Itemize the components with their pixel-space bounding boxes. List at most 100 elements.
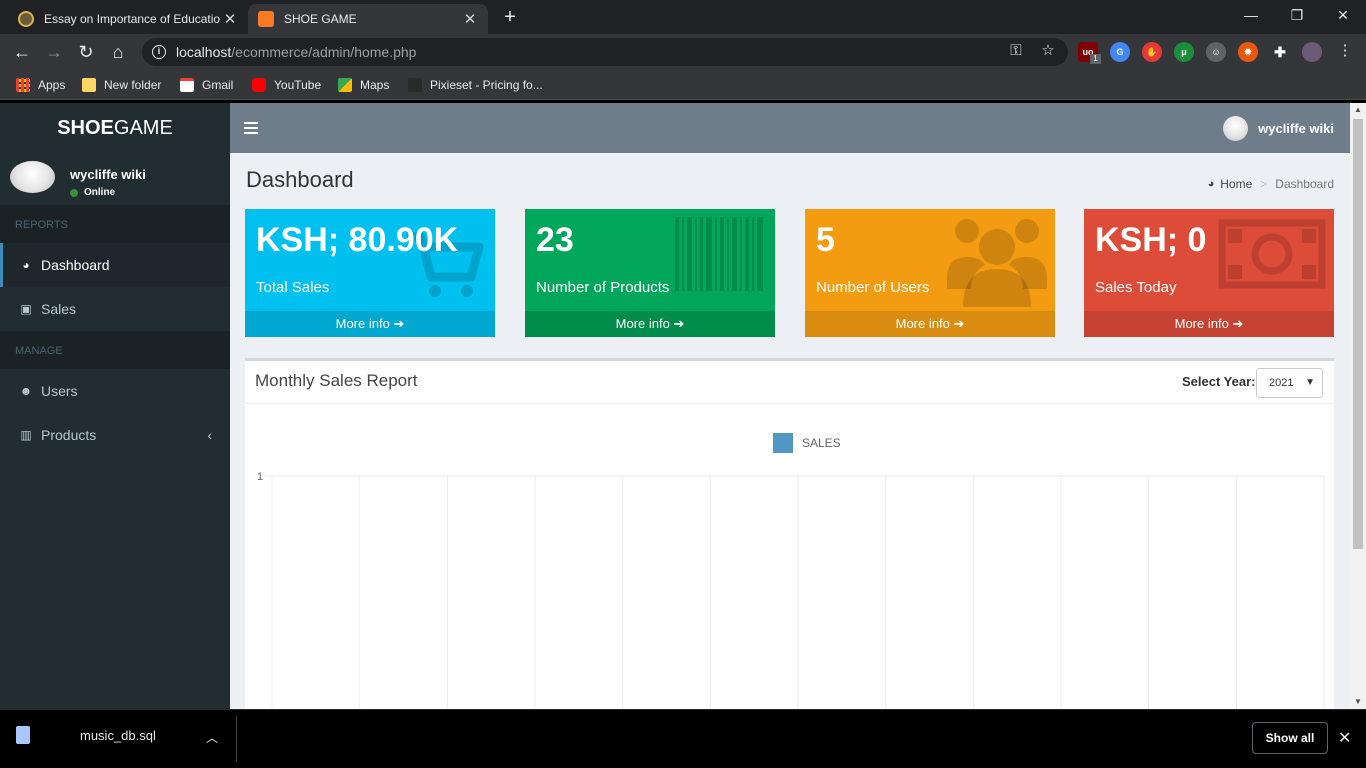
bookmark-maps[interactable]: Maps (338, 76, 389, 94)
stat-value: 5 (816, 221, 835, 259)
site-info-icon[interactable]: i (152, 45, 166, 59)
close-window-button[interactable]: ✕ (1320, 0, 1366, 30)
sidebar-item-dashboard[interactable]: ◕ Dashboard (0, 243, 230, 287)
legend-swatch (773, 433, 793, 453)
app-logo[interactable]: SHOEGAME (0, 103, 230, 153)
stat-label: Sales Today (1095, 279, 1177, 296)
sidebar: SHOEGAME wycliffe wiki Online REPORTS ◕ … (0, 103, 230, 709)
more-info-label: More info (1174, 316, 1229, 331)
close-download-bar-icon[interactable]: ✕ (1338, 728, 1351, 748)
dashboard-icon: ◕ (22, 258, 30, 272)
top-navbar: wycliffe wiki (230, 103, 1350, 153)
browser-tab-bar: Essay on Importance of Educatio ✕ SHOE G… (0, 0, 1366, 34)
barcode-icon: ▥ (20, 428, 32, 442)
stat-box-total-sales: KSH; 80.90K Total Sales More info ➔ (245, 209, 495, 337)
download-divider (236, 716, 237, 762)
youtube-icon (252, 78, 266, 92)
profile-avatar-icon[interactable] (1302, 42, 1322, 62)
online-dot-icon (70, 188, 78, 197)
bookmark-youtube[interactable]: YouTube (252, 76, 321, 94)
year-select[interactable]: 2021 ▼ (1256, 368, 1323, 398)
users-icon: ☻ (19, 384, 33, 398)
panel-divider (245, 403, 1334, 404)
browser-tab-essay[interactable]: Essay on Importance of Educatio ✕ (8, 4, 248, 34)
bookmark-label: Pixieset - Pricing fo... (430, 78, 543, 92)
stat-box-users: 5 Number of Users More info ➔ (805, 209, 1055, 337)
selected-year: 2021 (1269, 377, 1294, 389)
sidebar-item-users[interactable]: ☻ Users (0, 369, 230, 413)
user-panel: wycliffe wiki Online (0, 153, 230, 205)
bookmark-new-folder[interactable]: New folder (82, 76, 161, 94)
money-icon: ▣ (20, 302, 32, 316)
show-all-button[interactable]: Show all (1252, 722, 1328, 754)
sidebar-item-products[interactable]: ▥ Products ‹ (0, 413, 230, 457)
translate-extension-icon[interactable]: G (1110, 42, 1130, 62)
home-button[interactable]: ⌂ (106, 40, 130, 64)
chart-legend[interactable]: SALES (773, 433, 841, 453)
key-icon[interactable]: ⚿ (1005, 40, 1027, 62)
url-path: /ecommerce/admin/home.php (231, 44, 417, 60)
more-info-link[interactable]: More info ➔ (525, 311, 775, 337)
chevron-down-icon: ▼ (1305, 377, 1315, 388)
page-title: Dashboard (246, 167, 354, 192)
pixieset-icon (408, 78, 422, 92)
adblock-extension-icon[interactable]: ✋ (1142, 42, 1162, 62)
menu-kebab-icon[interactable]: ⋮ (1334, 40, 1356, 62)
dashboard-icon: ◕ (1207, 178, 1215, 190)
page-scrollbar[interactable]: ▲ ▼ (1350, 103, 1366, 709)
breadcrumb-separator: > (1260, 177, 1268, 191)
robot-extension-icon[interactable]: ☺ (1206, 42, 1226, 62)
address-bar[interactable]: i localhost /ecommerce/admin/home.php (142, 38, 1068, 66)
sidebar-toggle-icon[interactable] (244, 119, 258, 137)
reload-button[interactable]: ↻ (74, 40, 98, 64)
arrow-circle-right-icon: ➔ (1232, 316, 1244, 331)
header-user-menu[interactable]: wycliffe wiki (1223, 115, 1334, 141)
scroll-down-icon[interactable]: ▼ (1350, 695, 1366, 709)
extensions-puzzle-icon[interactable]: ✚ (1270, 42, 1290, 62)
back-button[interactable]: ← (10, 40, 34, 64)
xampp-favicon-icon (258, 11, 274, 27)
bookmark-star-icon[interactable]: ☆ (1037, 40, 1059, 62)
more-info-link[interactable]: More info ➔ (805, 311, 1055, 337)
more-info-link[interactable]: More info ➔ (1084, 311, 1334, 337)
forward-button[interactable]: → (42, 40, 66, 64)
more-info-label: More info (895, 316, 950, 331)
chevron-up-icon[interactable]: ︿ (206, 729, 218, 746)
download-item[interactable]: music_db.sql (16, 726, 156, 744)
scrollbar-thumb[interactable] (1353, 119, 1363, 549)
bookmark-pixieset[interactable]: Pixieset - Pricing fo... (408, 76, 543, 94)
tab-close-icon[interactable]: ✕ (222, 10, 238, 28)
sidebar-section-manage: MANAGE (0, 331, 230, 369)
minimize-button[interactable]: — (1228, 0, 1274, 30)
tab-close-icon[interactable]: ✕ (462, 10, 478, 28)
stat-label: Total Sales (256, 279, 330, 296)
barcode-icon (675, 217, 763, 291)
utorrent-extension-icon[interactable]: μ (1174, 42, 1194, 62)
sidebar-item-sales[interactable]: ▣ Sales (0, 287, 230, 331)
monthly-sales-report-panel: Monthly Sales Report Select Year: 2021 ▼… (245, 358, 1334, 709)
stat-box-sales-today: KSH; 0 Sales Today More info ➔ (1084, 209, 1334, 337)
browser-tab-shoe-game[interactable]: SHOE GAME ✕ (248, 4, 488, 34)
fire-extension-icon[interactable]: ✹ (1238, 42, 1258, 62)
breadcrumb-home[interactable]: Home (1220, 177, 1252, 191)
sidebar-item-label: Products (41, 427, 97, 443)
scroll-up-icon[interactable]: ▲ (1350, 103, 1366, 117)
chevron-left-icon[interactable]: ‹ (207, 427, 212, 443)
bookmark-label: New folder (104, 78, 162, 92)
bookmark-apps[interactable]: Apps (16, 76, 65, 94)
maximize-button[interactable]: ❐ (1274, 0, 1320, 30)
more-info-link[interactable]: More info ➔ (245, 311, 495, 337)
status-text: Online (84, 187, 116, 198)
users-icon (947, 219, 1047, 307)
legend-label: SALES (802, 436, 841, 450)
tab-title: Essay on Importance of Educatio (44, 12, 221, 26)
stat-value: KSH; 80.90K (256, 221, 459, 259)
sidebar-item-label: Sales (41, 301, 77, 317)
stat-label: Number of Users (816, 279, 930, 296)
sidebar-user-name: wycliffe wiki (70, 167, 146, 182)
tab-title: SHOE GAME (284, 12, 357, 26)
bookmark-gmail[interactable]: Gmail (180, 76, 233, 94)
new-tab-button[interactable]: + (498, 6, 522, 30)
arrow-circle-right-icon: ➔ (393, 316, 405, 331)
apps-grid-icon (16, 78, 30, 92)
